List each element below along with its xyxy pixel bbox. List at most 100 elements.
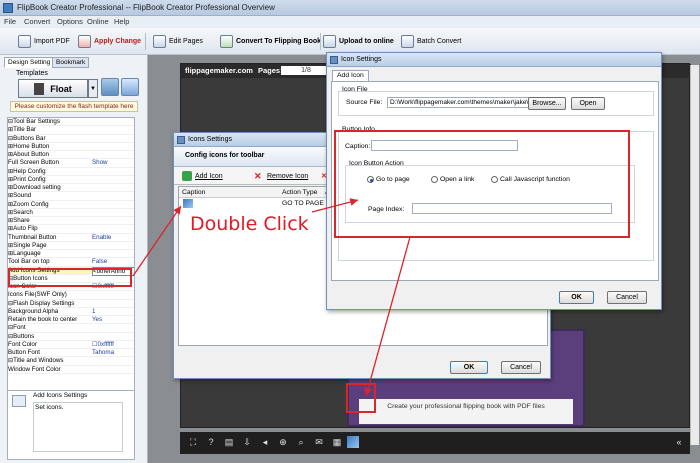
- download-icon[interactable]: ⇩: [241, 436, 253, 448]
- property-row[interactable]: Full Screen Button Show: [8, 159, 134, 168]
- browse-button[interactable]: Browse...: [528, 97, 566, 110]
- property-row[interactable]: ⊞Title Bar: [8, 126, 134, 135]
- zoom-in-icon[interactable]: ⊕: [277, 436, 289, 448]
- print-icon[interactable]: ▤: [223, 436, 235, 448]
- property-row[interactable]: Icons File(SWF Only): [8, 291, 134, 300]
- import-pdf-label: Import PDF: [34, 38, 70, 45]
- fullscreen-icon[interactable]: ⛶: [187, 436, 199, 448]
- convert-button[interactable]: Convert To Flipping Book: [220, 32, 321, 51]
- upload-label: Upload to online: [339, 38, 394, 45]
- tab-add-icon[interactable]: Add Icon: [332, 70, 369, 81]
- property-value[interactable]: Tahoma: [92, 349, 134, 357]
- book-caption: Create your professional flipping book w…: [387, 403, 545, 410]
- batch-convert-button[interactable]: Batch Convert: [401, 32, 461, 51]
- property-row[interactable]: ⊟Flash Display Settings: [8, 300, 134, 308]
- edit-pages-button[interactable]: Edit Pages: [153, 32, 203, 51]
- property-row[interactable]: ⊞Search: [8, 209, 134, 217]
- property-row[interactable]: ⊞Help Config: [8, 168, 134, 176]
- property-row[interactable]: Thumbnail Button Enable: [8, 234, 134, 242]
- menu-file[interactable]: File: [4, 17, 16, 26]
- property-row[interactable]: ⊟Buttons Bar: [8, 135, 134, 143]
- property-value[interactable]: Yes: [92, 316, 134, 324]
- remove-icon-button[interactable]: ✕ Remove Icon: [254, 170, 308, 182]
- column-caption[interactable]: Caption: [182, 189, 205, 196]
- import-pdf-button[interactable]: Import PDF: [18, 32, 70, 51]
- property-row[interactable]: ⊞Home Button: [8, 143, 134, 151]
- menu-options[interactable]: Options: [57, 17, 83, 26]
- property-row[interactable]: Button Font Tahoma: [8, 349, 134, 358]
- collapse-toolbar-icon[interactable]: «: [673, 436, 685, 448]
- page-number-input[interactable]: 1/8: [281, 66, 331, 75]
- dialog-icon: [177, 136, 185, 144]
- open-button[interactable]: Open: [571, 97, 605, 110]
- share-icon[interactable]: ✉: [313, 436, 325, 448]
- tab-design-setting[interactable]: Design Setting: [4, 57, 55, 68]
- property-value[interactable]: False: [92, 258, 134, 266]
- property-row[interactable]: Background Alpha 1: [8, 308, 134, 316]
- template-settings-icon[interactable]: [101, 78, 119, 96]
- add-icon-button[interactable]: Add Icon: [182, 170, 223, 182]
- property-key: ⊟Buttons: [8, 332, 35, 340]
- property-row[interactable]: Tool Bar on top False: [8, 258, 134, 267]
- property-key: ⊞About Button: [8, 151, 49, 158]
- property-value[interactable]: Enable: [92, 234, 134, 242]
- edit-pages-label: Edit Pages: [169, 38, 203, 45]
- column-action-type[interactable]: Action Type: [282, 189, 317, 196]
- help-icon[interactable]: ?: [205, 436, 217, 448]
- thumbnails-icon[interactable]: ▦: [331, 436, 343, 448]
- import-pdf-icon: [18, 35, 31, 48]
- search-icon[interactable]: ⌕: [295, 436, 307, 448]
- property-row[interactable]: Font Color ☐0xffffff: [8, 341, 134, 349]
- property-row[interactable]: Retain the book to center Yes: [8, 316, 134, 325]
- upload-button[interactable]: Upload to online: [323, 32, 394, 51]
- vertical-scrollbar[interactable]: [690, 65, 699, 445]
- sound-icon[interactable]: ◂: [259, 436, 271, 448]
- source-file-input[interactable]: D:\Work\flippagemaker.com\themes\maker\j…: [387, 97, 529, 108]
- save-template-icon[interactable]: [121, 78, 139, 96]
- property-row[interactable]: ⊞Single Page: [8, 242, 134, 250]
- property-row[interactable]: ⊞Share: [8, 217, 134, 226]
- property-row[interactable]: Window Font Color: [8, 366, 134, 374]
- source-file-label: Source File:: [346, 99, 383, 106]
- menu-help[interactable]: Help: [114, 17, 129, 26]
- property-row[interactable]: ⊞Print Config: [8, 176, 134, 184]
- property-row[interactable]: ⊟Tool Bar Settings: [8, 118, 134, 127]
- property-row[interactable]: ⊞Language: [8, 250, 134, 259]
- property-row[interactable]: ⊞About Button: [8, 151, 134, 160]
- property-key: ⊞Language: [8, 250, 41, 257]
- property-row[interactable]: ⊞Zoom Config: [8, 201, 134, 209]
- template-dropdown-button[interactable]: ▼: [88, 79, 98, 98]
- property-row[interactable]: ⊟Font: [8, 324, 134, 333]
- templates-label: Templates: [16, 70, 48, 77]
- property-row[interactable]: ⊟Title and Windows: [8, 357, 134, 366]
- property-key: ⊞Zoom Config: [8, 200, 49, 208]
- property-row[interactable]: ⊞Sound: [8, 192, 134, 201]
- icon-settings-title: Icon Settings: [341, 56, 382, 63]
- upload-icon: [323, 35, 336, 48]
- property-row[interactable]: ⊟Buttons: [8, 333, 134, 341]
- tab-bookmark[interactable]: Bookmark: [52, 57, 90, 68]
- apply-change-button[interactable]: Apply Change: [78, 32, 141, 51]
- remove-icon: ✕: [254, 171, 262, 181]
- property-row[interactable]: ⊞Auto Flip: [8, 225, 134, 234]
- icon-settings-titlebar: Icon Settings: [327, 53, 661, 67]
- property-key: ⊞Single Page: [8, 241, 47, 249]
- property-value[interactable]: 1: [92, 308, 134, 316]
- pages-label: Pages:: [258, 66, 283, 75]
- property-key: ⊞Home Button: [8, 142, 50, 150]
- icons-ok-button[interactable]: OK: [450, 361, 488, 374]
- icons-cancel-button[interactable]: Cancel: [501, 361, 541, 374]
- menu-online[interactable]: Online: [87, 17, 109, 26]
- property-key: ⊞Help Config: [8, 167, 46, 175]
- highlight-property-box: [8, 268, 132, 287]
- property-row[interactable]: ⊞Download setting: [8, 184, 134, 193]
- property-value[interactable]: Show: [92, 159, 134, 167]
- custom-added-icon[interactable]: [347, 436, 359, 448]
- menu-convert[interactable]: Convert: [24, 17, 50, 26]
- property-key: Retain the book to center: [8, 316, 78, 323]
- icon-cancel-button[interactable]: Cancel: [607, 291, 647, 304]
- template-select-button[interactable]: Float: [18, 79, 88, 98]
- icon-ok-button[interactable]: OK: [559, 291, 594, 304]
- convert-label: Convert To Flipping Book: [236, 38, 322, 45]
- property-value[interactable]: ☐0xffffff: [92, 341, 134, 349]
